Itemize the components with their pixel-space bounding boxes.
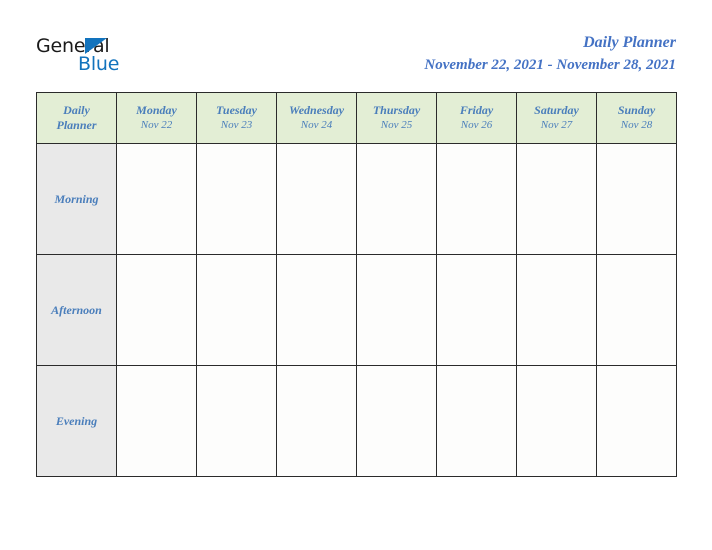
planner-table: Daily Planner Monday Nov 22 Tuesday Nov …	[36, 92, 677, 477]
header-cell-friday: Friday Nov 26	[436, 92, 517, 144]
row-label-afternoon: Afternoon	[36, 254, 117, 366]
cell-evening-friday[interactable]	[436, 365, 517, 477]
cell-afternoon-friday[interactable]	[436, 254, 517, 366]
header-cell-tuesday: Tuesday Nov 23	[196, 92, 277, 144]
general-blue-logo[interactable]: General Blue	[36, 36, 166, 80]
header-day-date: Nov 26	[460, 119, 493, 131]
cell-evening-saturday[interactable]	[516, 365, 597, 477]
cell-morning-tuesday[interactable]	[196, 143, 277, 255]
date-range: November 22, 2021 - November 28, 2021	[424, 57, 676, 73]
table-row: Afternoon	[36, 254, 677, 366]
cell-morning-wednesday[interactable]	[276, 143, 357, 255]
cell-morning-monday[interactable]	[116, 143, 197, 255]
cell-afternoon-wednesday[interactable]	[276, 254, 357, 366]
header-day-date: Nov 24	[300, 119, 333, 131]
header-day-date: Nov 25	[380, 119, 413, 131]
cell-afternoon-thursday[interactable]	[356, 254, 437, 366]
page-header: General Blue Daily Planner November 22, …	[0, 0, 712, 92]
cell-evening-sunday[interactable]	[596, 365, 677, 477]
row-label-text: Morning	[54, 192, 99, 206]
logo-word-blue: Blue	[78, 53, 120, 75]
row-label-morning: Morning	[36, 143, 117, 255]
header-day-name: Thursday	[372, 103, 421, 117]
header-day-date: Nov 28	[620, 119, 653, 131]
cell-morning-thursday[interactable]	[356, 143, 437, 255]
cell-morning-sunday[interactable]	[596, 143, 677, 255]
header-cell-wednesday: Wednesday Nov 24	[276, 92, 357, 144]
cell-evening-monday[interactable]	[116, 365, 197, 477]
header-cell-saturday: Saturday Nov 27	[516, 92, 597, 144]
page-title: Daily Planner	[583, 34, 676, 51]
cell-morning-saturday[interactable]	[516, 143, 597, 255]
header-day-date: Nov 23	[220, 119, 253, 131]
header-day-name: Friday	[459, 103, 494, 117]
triangle-icon	[85, 38, 107, 54]
cell-morning-friday[interactable]	[436, 143, 517, 255]
cell-evening-tuesday[interactable]	[196, 365, 277, 477]
cell-afternoon-saturday[interactable]	[516, 254, 597, 366]
header-day-date: Nov 27	[540, 119, 573, 131]
header-cell-monday: Monday Nov 22	[116, 92, 197, 144]
header-day-name: Tuesday	[216, 103, 257, 117]
cell-afternoon-monday[interactable]	[116, 254, 197, 366]
corner-label-line1: Daily	[63, 103, 90, 117]
planner-table-wrapper: Daily Planner Monday Nov 22 Tuesday Nov …	[36, 92, 677, 477]
row-label-evening: Evening	[36, 365, 117, 477]
title-block: Daily Planner November 22, 2021 - Novemb…	[424, 32, 676, 76]
cell-evening-wednesday[interactable]	[276, 365, 357, 477]
header-cell-thursday: Thursday Nov 25	[356, 92, 437, 144]
cell-evening-thursday[interactable]	[356, 365, 437, 477]
header-day-name: Saturday	[534, 103, 579, 117]
header-day-name: Sunday	[617, 103, 656, 117]
table-row: Morning	[36, 143, 677, 255]
cell-afternoon-tuesday[interactable]	[196, 254, 277, 366]
header-day-date: Nov 22	[140, 119, 173, 131]
table-row: Evening	[36, 365, 677, 477]
corner-label-line2: Planner	[56, 118, 97, 132]
header-day-name: Monday	[136, 103, 177, 117]
header-corner-cell: Daily Planner	[36, 92, 117, 144]
row-label-text: Afternoon	[51, 303, 102, 317]
table-header-row: Daily Planner Monday Nov 22 Tuesday Nov …	[36, 92, 677, 144]
header-cell-sunday: Sunday Nov 28	[596, 92, 677, 144]
row-label-text: Evening	[55, 414, 98, 428]
cell-afternoon-sunday[interactable]	[596, 254, 677, 366]
header-day-name: Wednesday	[288, 103, 345, 117]
